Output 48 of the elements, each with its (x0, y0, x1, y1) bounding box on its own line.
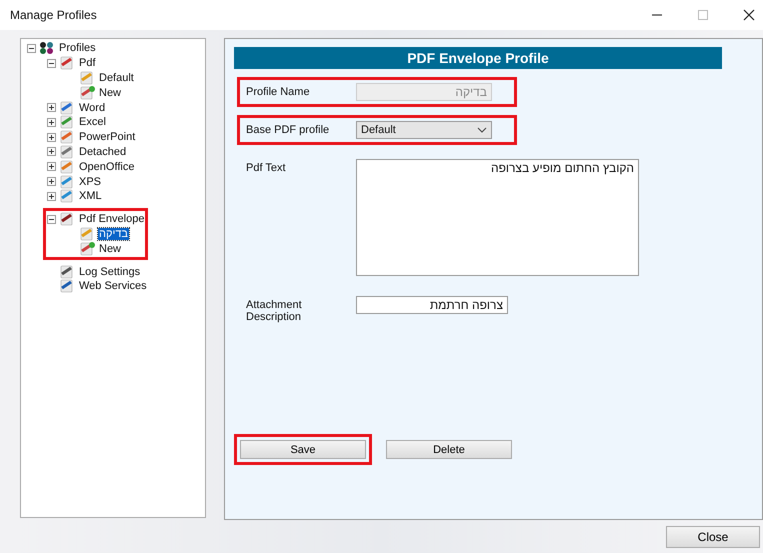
tree-item[interactable]: Profiles (58, 42, 97, 54)
window-title: Manage Profiles (10, 8, 97, 22)
document-icon (59, 189, 75, 204)
document-icon (59, 130, 75, 144)
tree-item[interactable]: XML (78, 190, 103, 202)
chevron-down-icon (477, 127, 487, 133)
tree-item[interactable]: PowerPoint (78, 131, 136, 144)
close-icon[interactable] (743, 9, 755, 21)
close-button[interactable]: Close (666, 526, 760, 548)
delete-button[interactable]: Delete (386, 440, 512, 459)
text-area[interactable]: הקובץ החתום מופיע בצרופה (356, 159, 639, 276)
document-icon (59, 160, 75, 174)
document-icon (59, 100, 75, 115)
tree-item[interactable]: XPS (78, 176, 102, 188)
expand-icon[interactable] (47, 162, 56, 172)
tree-item[interactable]: Log Settings (78, 266, 142, 278)
collapse-icon[interactable] (27, 44, 36, 53)
dots-icon (39, 41, 55, 56)
save-button[interactable]: Save (240, 440, 366, 459)
expand-icon[interactable] (47, 118, 56, 127)
field-label: Base PDF profile (246, 123, 330, 136)
tree-item[interactable]: בדיקה (98, 228, 129, 240)
tree-item[interactable]: Excel (78, 116, 107, 128)
field-label: Profile Name (246, 85, 311, 98)
field-label: Attachment Description (246, 298, 303, 323)
panel-header: PDF Envelope Profile (234, 47, 722, 69)
expand-icon[interactable] (47, 177, 56, 186)
collapse-icon[interactable] (47, 58, 56, 68)
tree-item[interactable]: OpenOffice (78, 160, 136, 173)
dropdown[interactable]: Default (356, 121, 492, 139)
field-label: Pdf Text (246, 161, 287, 174)
expand-icon[interactable] (47, 147, 56, 156)
tree-item[interactable]: Default (98, 72, 135, 84)
tree-item[interactable]: Web Services (78, 280, 148, 292)
expand-icon[interactable] (47, 103, 56, 112)
tree-item[interactable]: New (98, 242, 122, 255)
document-icon (59, 56, 75, 70)
tree-item[interactable]: Detached (78, 146, 128, 158)
tree-item[interactable]: Pdf Envelope (78, 213, 146, 226)
collapse-icon[interactable] (47, 214, 56, 224)
tree-item[interactable]: Pdf (78, 57, 97, 70)
expand-icon[interactable] (47, 132, 56, 142)
document-icon (59, 115, 75, 130)
text-field[interactable]: צרופה חרתמת (356, 296, 508, 314)
expand-icon[interactable] (47, 192, 56, 201)
tree-item[interactable]: New (98, 86, 122, 99)
tree-item[interactable]: Word (78, 102, 106, 114)
document-icon (59, 174, 75, 189)
